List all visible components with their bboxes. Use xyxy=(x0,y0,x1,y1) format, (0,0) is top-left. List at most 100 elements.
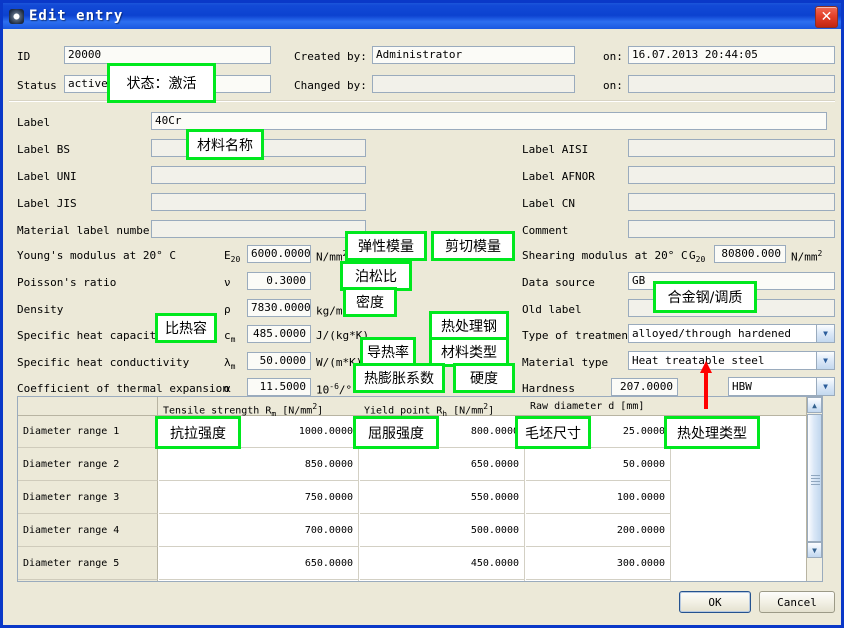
label-jis-field[interactable] xyxy=(151,193,366,211)
table-cell-diameter[interactable]: 50.0000 xyxy=(526,448,671,481)
youngs-modulus-label: Young's modulus at 20° C xyxy=(17,249,176,262)
label-cn-field[interactable] xyxy=(628,193,835,211)
table-cell-yield[interactable]: 450.0000 xyxy=(360,547,525,580)
label-field[interactable]: 40Cr xyxy=(151,112,827,130)
label-uni-label: Label UNI xyxy=(17,170,77,183)
label-aisi-field[interactable] xyxy=(628,139,835,157)
table-cell-tensile[interactable]: 700.0000 xyxy=(159,514,359,547)
table-cell-tensile[interactable]: 650.0000 xyxy=(159,547,359,580)
close-icon[interactable]: ✕ xyxy=(815,6,838,28)
scroll-down-icon[interactable]: ▼ xyxy=(807,542,822,558)
poissons-ratio-symbol: ν xyxy=(224,276,231,289)
anno-heat-treatment-type: 热处理类型 xyxy=(664,416,760,449)
table-cell-yield[interactable]: 550.0000 xyxy=(360,481,525,514)
table-cell-yield[interactable]: 650.0000 xyxy=(360,448,525,481)
table-vertical-scrollbar[interactable]: ▲ ▼ xyxy=(806,397,822,581)
cancel-button[interactable]: Cancel xyxy=(759,591,835,613)
type-of-treatment-value: alloyed/through hardened xyxy=(632,327,791,340)
created-on-field[interactable]: 16.07.2013 20:44:05 xyxy=(628,46,835,64)
label-uni-field[interactable] xyxy=(151,166,366,184)
label-afnor-field[interactable] xyxy=(628,166,835,184)
type-of-treatment-select[interactable]: alloyed/through hardened ▼ xyxy=(628,324,835,343)
material-label-number-field[interactable] xyxy=(151,220,366,238)
label-aisi-label: Label AISI xyxy=(522,143,589,156)
table-cell-yield[interactable]: 0.0000 xyxy=(360,580,525,581)
table-cell-diameter[interactable]: 100.0000 xyxy=(526,481,671,514)
comment-label: Comment xyxy=(522,224,569,237)
chevron-down-icon[interactable]: ▼ xyxy=(816,325,834,342)
table-cell-diameter[interactable]: 0.0000 xyxy=(526,580,671,581)
youngs-modulus-field[interactable]: 6000.0000 xyxy=(247,245,311,263)
changed-on-label: on: xyxy=(603,79,623,92)
table-row-label: Diameter range 2 xyxy=(18,448,158,481)
comment-field[interactable] xyxy=(628,220,835,238)
anno-tensile-strength: 抗拉强度 xyxy=(155,416,241,449)
ok-button[interactable]: OK xyxy=(679,591,751,613)
material-type-label: Material type xyxy=(522,356,609,369)
anno-yield-strength: 屈服强度 xyxy=(353,416,439,449)
specific-heat-capacity-symbol: cm xyxy=(224,329,236,345)
scroll-up-icon[interactable]: ▲ xyxy=(807,397,822,413)
anno-status-active: 状态：激活 xyxy=(107,63,216,103)
anno-thermal-expansion: 热膨胀系数 xyxy=(353,363,445,393)
shearing-modulus-label: Shearing modulus at 20° C xyxy=(522,249,688,262)
poissons-ratio-label: Poisson's ratio xyxy=(17,276,117,289)
table-row-label: Diameter range 4 xyxy=(18,514,158,547)
table-row-label: Diameter range 1 xyxy=(18,416,158,448)
table-cell-tensile[interactable]: 750.0000 xyxy=(159,481,359,514)
specific-heat-conductivity-label: Specific heat conductivity xyxy=(17,356,190,369)
title-bar: Edit entry ✕ xyxy=(3,3,841,29)
specific-heat-capacity-field[interactable]: 485.0000 xyxy=(247,325,311,343)
table-header-raw-diameter: Raw diameter d [mm] xyxy=(530,401,645,412)
thermal-expansion-unit: 10-6/° xyxy=(316,382,353,397)
density-field[interactable]: 7830.0000 xyxy=(247,299,311,317)
table-cell-yield[interactable]: 500.0000 xyxy=(360,514,525,547)
thermal-expansion-symbol: α xyxy=(224,382,231,395)
changed-by-field[interactable] xyxy=(372,75,575,93)
changed-by-label: Changed by: xyxy=(294,79,367,92)
data-source-label: Data source xyxy=(522,276,595,289)
anno-youngs-modulus: 弹性模量 xyxy=(345,231,427,261)
label-cn-label: Label CN xyxy=(522,197,575,210)
scroll-thumb[interactable] xyxy=(807,414,822,542)
table-cell-tensile[interactable]: 850.0000 xyxy=(159,448,359,481)
material-label-number-label: Material label number xyxy=(17,224,157,237)
label-afnor-label: Label AFNOR xyxy=(522,170,595,183)
chevron-down-icon[interactable]: ▼ xyxy=(816,378,834,395)
table-cell-tensile[interactable]: 0.0000 xyxy=(159,580,359,581)
id-label: ID xyxy=(17,50,31,63)
table-cell-diameter[interactable]: 200.0000 xyxy=(526,514,671,547)
red-arrow-pointer xyxy=(700,361,712,409)
old-label-label: Old label xyxy=(522,303,582,316)
chevron-down-icon[interactable]: ▼ xyxy=(816,352,834,369)
hardness-label: Hardness xyxy=(522,382,575,395)
shearing-modulus-field[interactable]: 80800.000 xyxy=(714,245,786,263)
type-of-treatment-label: Type of treatment xyxy=(522,329,635,342)
density-symbol: ρ xyxy=(224,303,231,316)
specific-heat-conductivity-field[interactable]: 50.0000 xyxy=(247,352,311,370)
anno-specific-heat: 比热容 xyxy=(155,313,217,343)
material-type-select[interactable]: Heat treatable steel ▼ xyxy=(628,351,835,370)
shearing-modulus-unit: N/mm2 xyxy=(791,249,823,264)
table-header-tensile-strength: Tensile strength Rm [N/mm2] xyxy=(163,402,324,416)
hardness-unit-value: HBW xyxy=(732,380,752,393)
table-header-yield-point: Yield point Rh [N/mm2] xyxy=(364,402,495,416)
thermal-expansion-field[interactable]: 11.5000 xyxy=(247,378,311,396)
id-field[interactable]: 20000 xyxy=(64,46,271,64)
anno-material-name: 材料名称 xyxy=(186,129,264,160)
poissons-ratio-field[interactable]: 0.3000 xyxy=(247,272,311,290)
table-row-label: Diameter range 3 xyxy=(18,481,158,514)
hardness-field[interactable]: 207.0000 xyxy=(611,378,678,396)
window-title: Edit entry xyxy=(29,8,124,24)
anno-hardness: 硬度 xyxy=(453,363,515,393)
specific-heat-conductivity-symbol: λm xyxy=(224,356,236,372)
thermal-expansion-label: Coefficient of thermal expansion xyxy=(17,382,229,395)
created-by-field[interactable]: Administrator xyxy=(372,46,575,64)
anno-blank-size: 毛坯尺寸 xyxy=(515,416,591,449)
changed-on-field[interactable] xyxy=(628,75,835,93)
density-label: Density xyxy=(17,303,64,316)
label-jis-label: Label JIS xyxy=(17,197,77,210)
table-cell-diameter[interactable]: 300.0000 xyxy=(526,547,671,580)
anno-density: 密度 xyxy=(343,287,397,317)
hardness-unit-select[interactable]: HBW ▼ xyxy=(728,377,835,396)
